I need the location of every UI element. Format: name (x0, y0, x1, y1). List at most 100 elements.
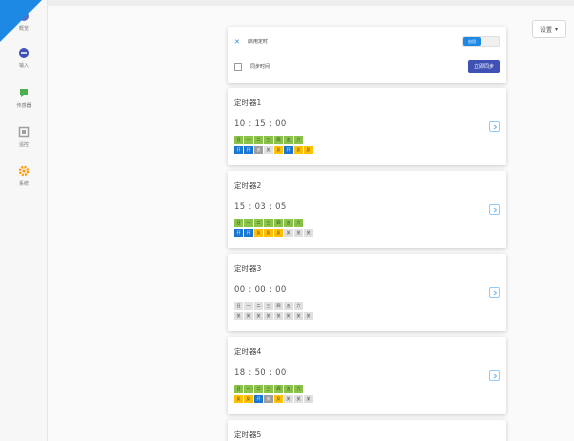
day-chip[interactable]: 日 (234, 219, 243, 227)
action-chip[interactable]: 关 (284, 395, 293, 403)
action-chip[interactable]: 开 (234, 229, 243, 237)
action-chip[interactable]: 关 (304, 229, 313, 237)
action-chip[interactable]: 反 (244, 395, 253, 403)
day-chip[interactable]: 四 (274, 136, 283, 144)
timer-card: 定时器1 10 : 15 : 00 日一二三四五六 开开关关反开反反 (228, 88, 506, 165)
day-chip[interactable]: 四 (274, 302, 283, 310)
day-chips: 日一二三四五六 (234, 385, 303, 393)
sidebar-item-system[interactable]: 系统 (0, 165, 48, 187)
action-chip[interactable]: 反 (274, 146, 283, 154)
edit-timer-button[interactable] (489, 121, 500, 132)
day-chip[interactable]: 四 (274, 385, 283, 393)
timer-name: 定时器2 (234, 181, 262, 190)
action-chip[interactable]: 关 (264, 395, 273, 403)
action-chip[interactable]: 关 (274, 312, 283, 320)
sidebar-item-label: 系统 (18, 181, 29, 187)
day-chip[interactable]: 日 (234, 136, 243, 144)
day-chip[interactable]: 一 (244, 136, 253, 144)
day-chip[interactable]: 六 (294, 136, 303, 144)
action-chip[interactable]: 关 (264, 312, 273, 320)
enable-row: ✕ 启用定时 启用 (234, 36, 500, 47)
action-chip[interactable]: 关 (254, 146, 263, 154)
action-chip[interactable]: 开 (244, 229, 253, 237)
action-chip[interactable]: 开 (284, 146, 293, 154)
day-chip[interactable]: 六 (294, 302, 303, 310)
day-chip[interactable]: 二 (254, 385, 263, 393)
sidebar-item-sensor[interactable]: 传感器 (0, 87, 48, 109)
sidebar-item-label: 输入 (18, 63, 29, 69)
edit-timer-button[interactable] (489, 287, 500, 298)
sidebar-item-remote[interactable]: 遥控 (0, 126, 48, 148)
action-chip[interactable]: 关 (284, 312, 293, 320)
action-chip[interactable]: 关 (294, 312, 303, 320)
timer-name: 定时器4 (234, 347, 262, 356)
action-chips: 开开反反反关关关 (234, 229, 313, 237)
day-chips: 日一二三四五六 (234, 219, 303, 227)
day-chip[interactable]: 二 (254, 136, 263, 144)
action-chips: 关关关关关关关关 (234, 312, 313, 320)
action-chip[interactable]: 关 (264, 146, 273, 154)
edit-timer-button[interactable] (489, 204, 500, 215)
day-chip[interactable]: 一 (244, 385, 253, 393)
day-chip[interactable]: 五 (284, 219, 293, 227)
input-icon (19, 48, 29, 58)
action-chip[interactable]: 反 (264, 229, 273, 237)
action-chip[interactable]: 反 (254, 229, 263, 237)
sidebar-item-input[interactable]: 输入 (0, 47, 48, 69)
action-chip[interactable]: 关 (294, 229, 303, 237)
action-chip[interactable]: 反 (294, 146, 303, 154)
close-icon[interactable]: ✕ (234, 38, 240, 46)
chevron-down-icon: ▾ (554, 25, 558, 33)
action-chip[interactable]: 关 (304, 312, 313, 320)
day-chip[interactable]: 日 (234, 302, 243, 310)
action-chip[interactable]: 开 (234, 146, 243, 154)
timer-card: 定时器5 (228, 420, 506, 441)
day-chip[interactable]: 五 (284, 385, 293, 393)
day-chip[interactable]: 三 (264, 302, 273, 310)
day-chip[interactable]: 三 (264, 385, 273, 393)
toggle-on-label: 启用 (463, 37, 481, 46)
enable-toggle[interactable]: 启用 (462, 36, 500, 47)
chevron-right-icon (493, 373, 497, 378)
timer-card: 定时器2 15 : 03 : 05 日一二三四五六 开开反反反关关关 (228, 171, 506, 248)
timer-time: 10 : 15 : 00 (234, 119, 287, 129)
action-chips: 开开关关反开反反 (234, 146, 313, 154)
timer-name: 定时器1 (234, 98, 262, 107)
day-chip[interactable]: 一 (244, 219, 253, 227)
timer-time: 15 : 03 : 05 (234, 202, 287, 212)
action-chip[interactable]: 关 (294, 395, 303, 403)
day-chip[interactable]: 三 (264, 136, 273, 144)
edit-timer-button[interactable] (489, 370, 500, 381)
day-chip[interactable]: 四 (274, 219, 283, 227)
day-chip[interactable]: 三 (264, 219, 273, 227)
day-chip[interactable]: 六 (294, 219, 303, 227)
action-chip[interactable]: 关 (284, 229, 293, 237)
sync-now-button[interactable]: 立即同步 (467, 60, 500, 73)
sidebar-item-label: 传感器 (16, 103, 32, 109)
day-chip[interactable]: 二 (254, 219, 263, 227)
day-chip[interactable]: 五 (284, 136, 293, 144)
action-chip[interactable]: 关 (254, 312, 263, 320)
chevron-right-icon (493, 124, 497, 129)
action-chip[interactable]: 反 (274, 229, 283, 237)
day-chip[interactable]: 一 (244, 302, 253, 310)
settings-dropdown[interactable]: 设置 ▾ (531, 20, 566, 38)
action-chip[interactable]: 关 (234, 312, 243, 320)
day-chip[interactable]: 六 (294, 385, 303, 393)
action-chip[interactable]: 关 (304, 395, 313, 403)
remote-icon (18, 126, 30, 138)
action-chip[interactable]: 反 (234, 395, 243, 403)
timer-name: 定时器5 (234, 430, 262, 439)
day-chips: 日一二三四五六 (234, 136, 303, 144)
action-chip[interactable]: 开 (254, 395, 263, 403)
chevron-right-icon (493, 207, 497, 212)
action-chip[interactable]: 反 (304, 146, 313, 154)
sync-checkbox[interactable] (234, 62, 242, 71)
action-chip[interactable]: 关 (244, 312, 253, 320)
action-chip[interactable]: 反 (274, 395, 283, 403)
day-chip[interactable]: 二 (254, 302, 263, 310)
day-chip[interactable]: 日 (234, 385, 243, 393)
action-chip[interactable]: 开 (244, 146, 253, 154)
day-chip[interactable]: 五 (284, 302, 293, 310)
sync-label: 同步时间 (250, 64, 271, 70)
